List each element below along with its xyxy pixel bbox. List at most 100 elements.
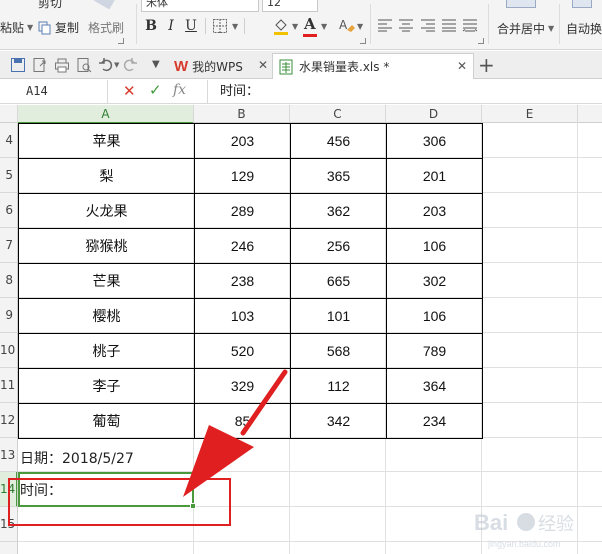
format-painter-button[interactable]: 格式刷: [88, 19, 124, 36]
cell-value-b[interactable]: 246: [194, 228, 291, 264]
cell-fruit-name[interactable]: 梨: [18, 158, 195, 194]
row-header[interactable]: 7: [0, 228, 17, 263]
column-header-c[interactable]: C: [290, 105, 386, 123]
cell-value-d[interactable]: 789: [386, 333, 483, 369]
formula-input[interactable]: 时间：: [207, 80, 602, 103]
cell-value-d[interactable]: 364: [386, 368, 483, 404]
copy-button[interactable]: 复制: [38, 19, 79, 36]
font-size-combo[interactable]: 12: [262, 0, 318, 12]
row-number: 8: [5, 273, 13, 287]
auto-wrap-button[interactable]: 自动换: [566, 20, 602, 37]
print-icon[interactable]: [54, 57, 70, 73]
row-header[interactable]: 13: [0, 438, 17, 472]
insert-function-button[interactable]: fx: [173, 82, 186, 98]
tab-active-workbook[interactable]: 水果销量表.xls * ✕: [272, 53, 474, 79]
cell-fruit-name[interactable]: 苹果: [18, 123, 195, 159]
cell-fruit-name[interactable]: 芒果: [18, 263, 195, 299]
cell-fruit-name[interactable]: 葡萄: [18, 403, 195, 439]
print-preview-icon[interactable]: [76, 57, 92, 73]
font-name-combo[interactable]: 宋体: [141, 0, 259, 12]
cell-value-c[interactable]: 665: [290, 263, 387, 299]
cell-value-b[interactable]: 85: [194, 403, 291, 439]
redo-icon[interactable]: [122, 57, 138, 73]
cell-value-d[interactable]: 106: [386, 228, 483, 264]
column-header-e[interactable]: E: [482, 105, 578, 123]
bold-button[interactable]: B: [142, 17, 160, 35]
more-commands-chevron-icon[interactable]: ▼: [152, 59, 160, 70]
align-left-button[interactable]: [377, 18, 393, 36]
cell-fruit-name[interactable]: 猕猴桃: [18, 228, 195, 264]
cell-value-c[interactable]: 456: [290, 123, 387, 159]
save-icon[interactable]: [10, 57, 26, 73]
cell-value-c[interactable]: 568: [290, 333, 387, 369]
chevron-down-icon[interactable]: ▼: [357, 22, 363, 31]
cell-value-c[interactable]: 342: [290, 403, 387, 439]
row-header[interactable]: 9: [0, 298, 17, 333]
cell-fruit-name[interactable]: 火龙果: [18, 193, 195, 229]
borders-button[interactable]: [212, 18, 228, 38]
cell-value-d[interactable]: 203: [386, 193, 483, 229]
chevron-down-icon[interactable]: ▼: [232, 22, 238, 31]
cell-fruit-name[interactable]: 樱桃: [18, 298, 195, 334]
row-header[interactable]: 11: [0, 368, 17, 403]
cell-value-d[interactable]: 106: [386, 298, 483, 334]
cell-value-c[interactable]: 256: [290, 228, 387, 264]
confirm-check-icon[interactable]: ✓: [149, 81, 162, 99]
align-right-button[interactable]: [420, 18, 436, 36]
cell-value-d[interactable]: 302: [386, 263, 483, 299]
row-header[interactable]: 6: [0, 193, 17, 228]
new-tab-button[interactable]: +: [478, 53, 495, 77]
row-header[interactable]: 12: [0, 403, 17, 438]
chevron-down-icon[interactable]: ▼: [292, 22, 298, 31]
cell-value-b[interactable]: 103: [194, 298, 291, 334]
tab-my-wps[interactable]: W 我的WPS ✕: [168, 53, 272, 79]
cell-value-b[interactable]: 203: [194, 123, 291, 159]
dialog-launcher-icon[interactable]: [360, 38, 366, 44]
cell-a13-date[interactable]: 日期：2018/5/27: [20, 447, 134, 471]
close-icon[interactable]: ✕: [457, 59, 467, 73]
cell-value-c[interactable]: 112: [290, 368, 387, 404]
export-pdf-icon[interactable]: [32, 57, 48, 73]
select-all-corner[interactable]: [0, 105, 18, 123]
paste-button[interactable]: 粘贴 ▼: [0, 19, 33, 36]
cell-fruit-name[interactable]: 李子: [18, 368, 195, 404]
justify-button[interactable]: [441, 18, 457, 36]
cell-value-c[interactable]: 101: [290, 298, 387, 334]
italic-button[interactable]: I: [162, 17, 180, 35]
cell-value-b[interactable]: 329: [194, 368, 291, 404]
column-header-d[interactable]: D: [386, 105, 482, 123]
row-number: 6: [5, 203, 13, 217]
chevron-down-icon[interactable]: ▼: [114, 61, 119, 69]
close-icon[interactable]: ✕: [258, 58, 268, 72]
distributed-align-button[interactable]: [462, 18, 478, 36]
column-header-a[interactable]: A: [18, 105, 194, 124]
fill-color-button[interactable]: [272, 17, 290, 39]
cancel-icon[interactable]: ✕: [123, 82, 136, 100]
font-color-button[interactable]: A: [303, 15, 317, 37]
undo-icon[interactable]: [98, 57, 114, 73]
chevron-down-icon[interactable]: ▼: [321, 22, 327, 31]
cell-value-b[interactable]: 289: [194, 193, 291, 229]
align-center-button[interactable]: [398, 18, 414, 36]
row-header[interactable]: 8: [0, 263, 17, 298]
dialog-launcher-icon[interactable]: [118, 38, 124, 44]
cell-value-d[interactable]: 234: [386, 403, 483, 439]
cell-value-c[interactable]: 362: [290, 193, 387, 229]
cut-button[interactable]: 剪切: [38, 0, 62, 11]
cell-value-d[interactable]: 306: [386, 123, 483, 159]
row-header[interactable]: 5: [0, 158, 17, 193]
merge-center-button[interactable]: 合并居中 ▼: [497, 20, 554, 37]
row-header[interactable]: 4: [0, 123, 17, 158]
cell-fruit-name[interactable]: 桃子: [18, 333, 195, 369]
dialog-launcher-icon[interactable]: [478, 38, 484, 44]
clear-format-button[interactable]: A: [338, 16, 356, 38]
cell-value-d[interactable]: 201: [386, 158, 483, 194]
cell-value-b[interactable]: 129: [194, 158, 291, 194]
cell-value-c[interactable]: 365: [290, 158, 387, 194]
cell-value-b[interactable]: 520: [194, 333, 291, 369]
underline-button[interactable]: U: [182, 17, 200, 35]
row-header[interactable]: 10: [0, 333, 17, 368]
column-header-b[interactable]: B: [194, 105, 290, 123]
name-box[interactable]: A14: [0, 80, 108, 103]
cell-value-b[interactable]: 238: [194, 263, 291, 299]
